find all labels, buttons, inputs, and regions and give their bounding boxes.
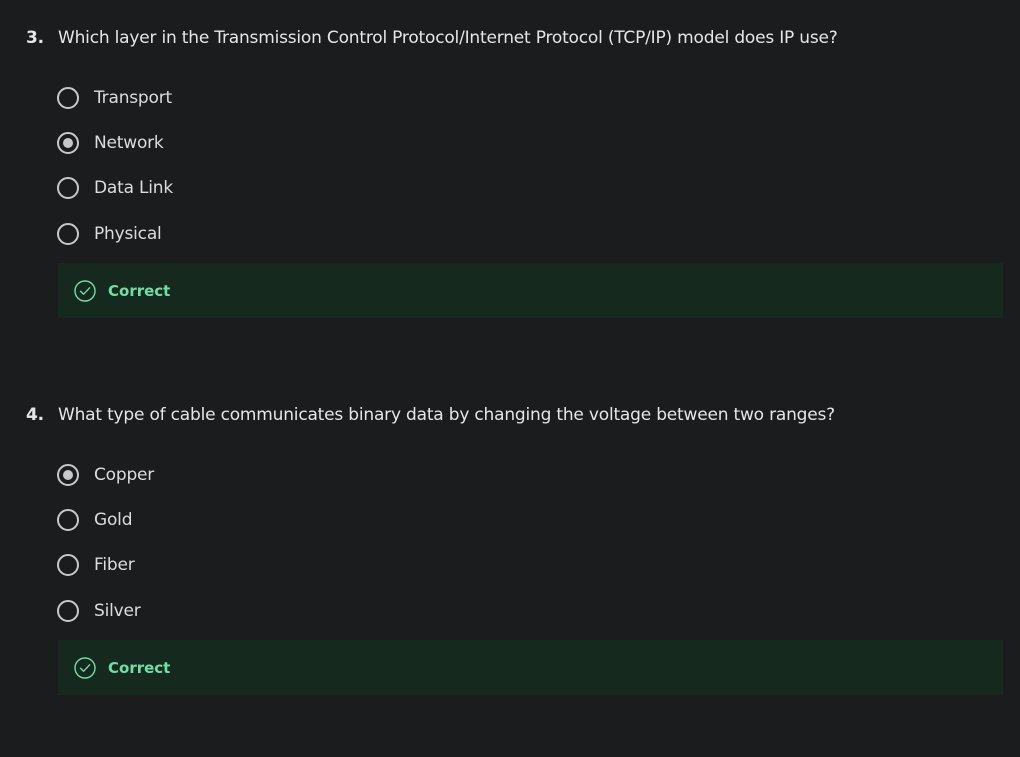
radio-button[interactable] <box>57 177 79 200</box>
option-label: Physical <box>94 223 162 244</box>
options-list: Transport Network Data Link Physical <box>56 75 173 256</box>
radio-button[interactable] <box>57 508 79 531</box>
option-label: Fiber <box>94 555 135 576</box>
radio-button[interactable] <box>57 599 79 622</box>
quiz-page: 3. Which layer in the Transmission Contr… <box>0 0 1020 757</box>
question-header: 4. What type of cable communicates binar… <box>26 405 835 425</box>
question-number: 3. <box>26 28 44 48</box>
option-transport[interactable]: Transport <box>56 75 173 120</box>
radio-button-selected[interactable] <box>57 463 79 486</box>
radio-button[interactable] <box>57 86 79 109</box>
question-number: 4. <box>26 405 44 425</box>
radio-button[interactable] <box>57 222 79 245</box>
option-silver[interactable]: Silver <box>56 588 154 633</box>
option-network[interactable]: Network <box>56 120 173 165</box>
radio-button-selected[interactable] <box>57 131 79 154</box>
option-physical[interactable]: Physical <box>56 211 173 256</box>
option-label: Gold <box>94 509 133 530</box>
feedback-correct: Correct <box>58 640 1003 695</box>
check-circle-icon <box>74 656 96 679</box>
question-header: 3. Which layer in the Transmission Contr… <box>26 28 838 48</box>
option-label: Data Link <box>94 178 174 199</box>
option-label: Copper <box>94 464 155 485</box>
feedback-label: Correct <box>108 658 171 677</box>
option-data-link[interactable]: Data Link <box>56 166 173 211</box>
check-circle-icon <box>74 279 96 302</box>
option-label: Silver <box>94 600 141 621</box>
feedback-label: Correct <box>108 281 171 300</box>
option-label: Network <box>94 132 164 153</box>
option-fiber[interactable]: Fiber <box>56 543 154 588</box>
option-label: Transport <box>94 87 172 108</box>
option-gold[interactable]: Gold <box>56 497 154 542</box>
radio-button[interactable] <box>57 554 79 577</box>
question-text: What type of cable communicates binary d… <box>58 405 836 425</box>
option-copper[interactable]: Copper <box>56 452 154 497</box>
feedback-correct: Correct <box>58 263 1003 318</box>
question-text: Which layer in the Transmission Control … <box>58 28 838 48</box>
options-list: Copper Gold Fiber Silver <box>56 452 154 633</box>
